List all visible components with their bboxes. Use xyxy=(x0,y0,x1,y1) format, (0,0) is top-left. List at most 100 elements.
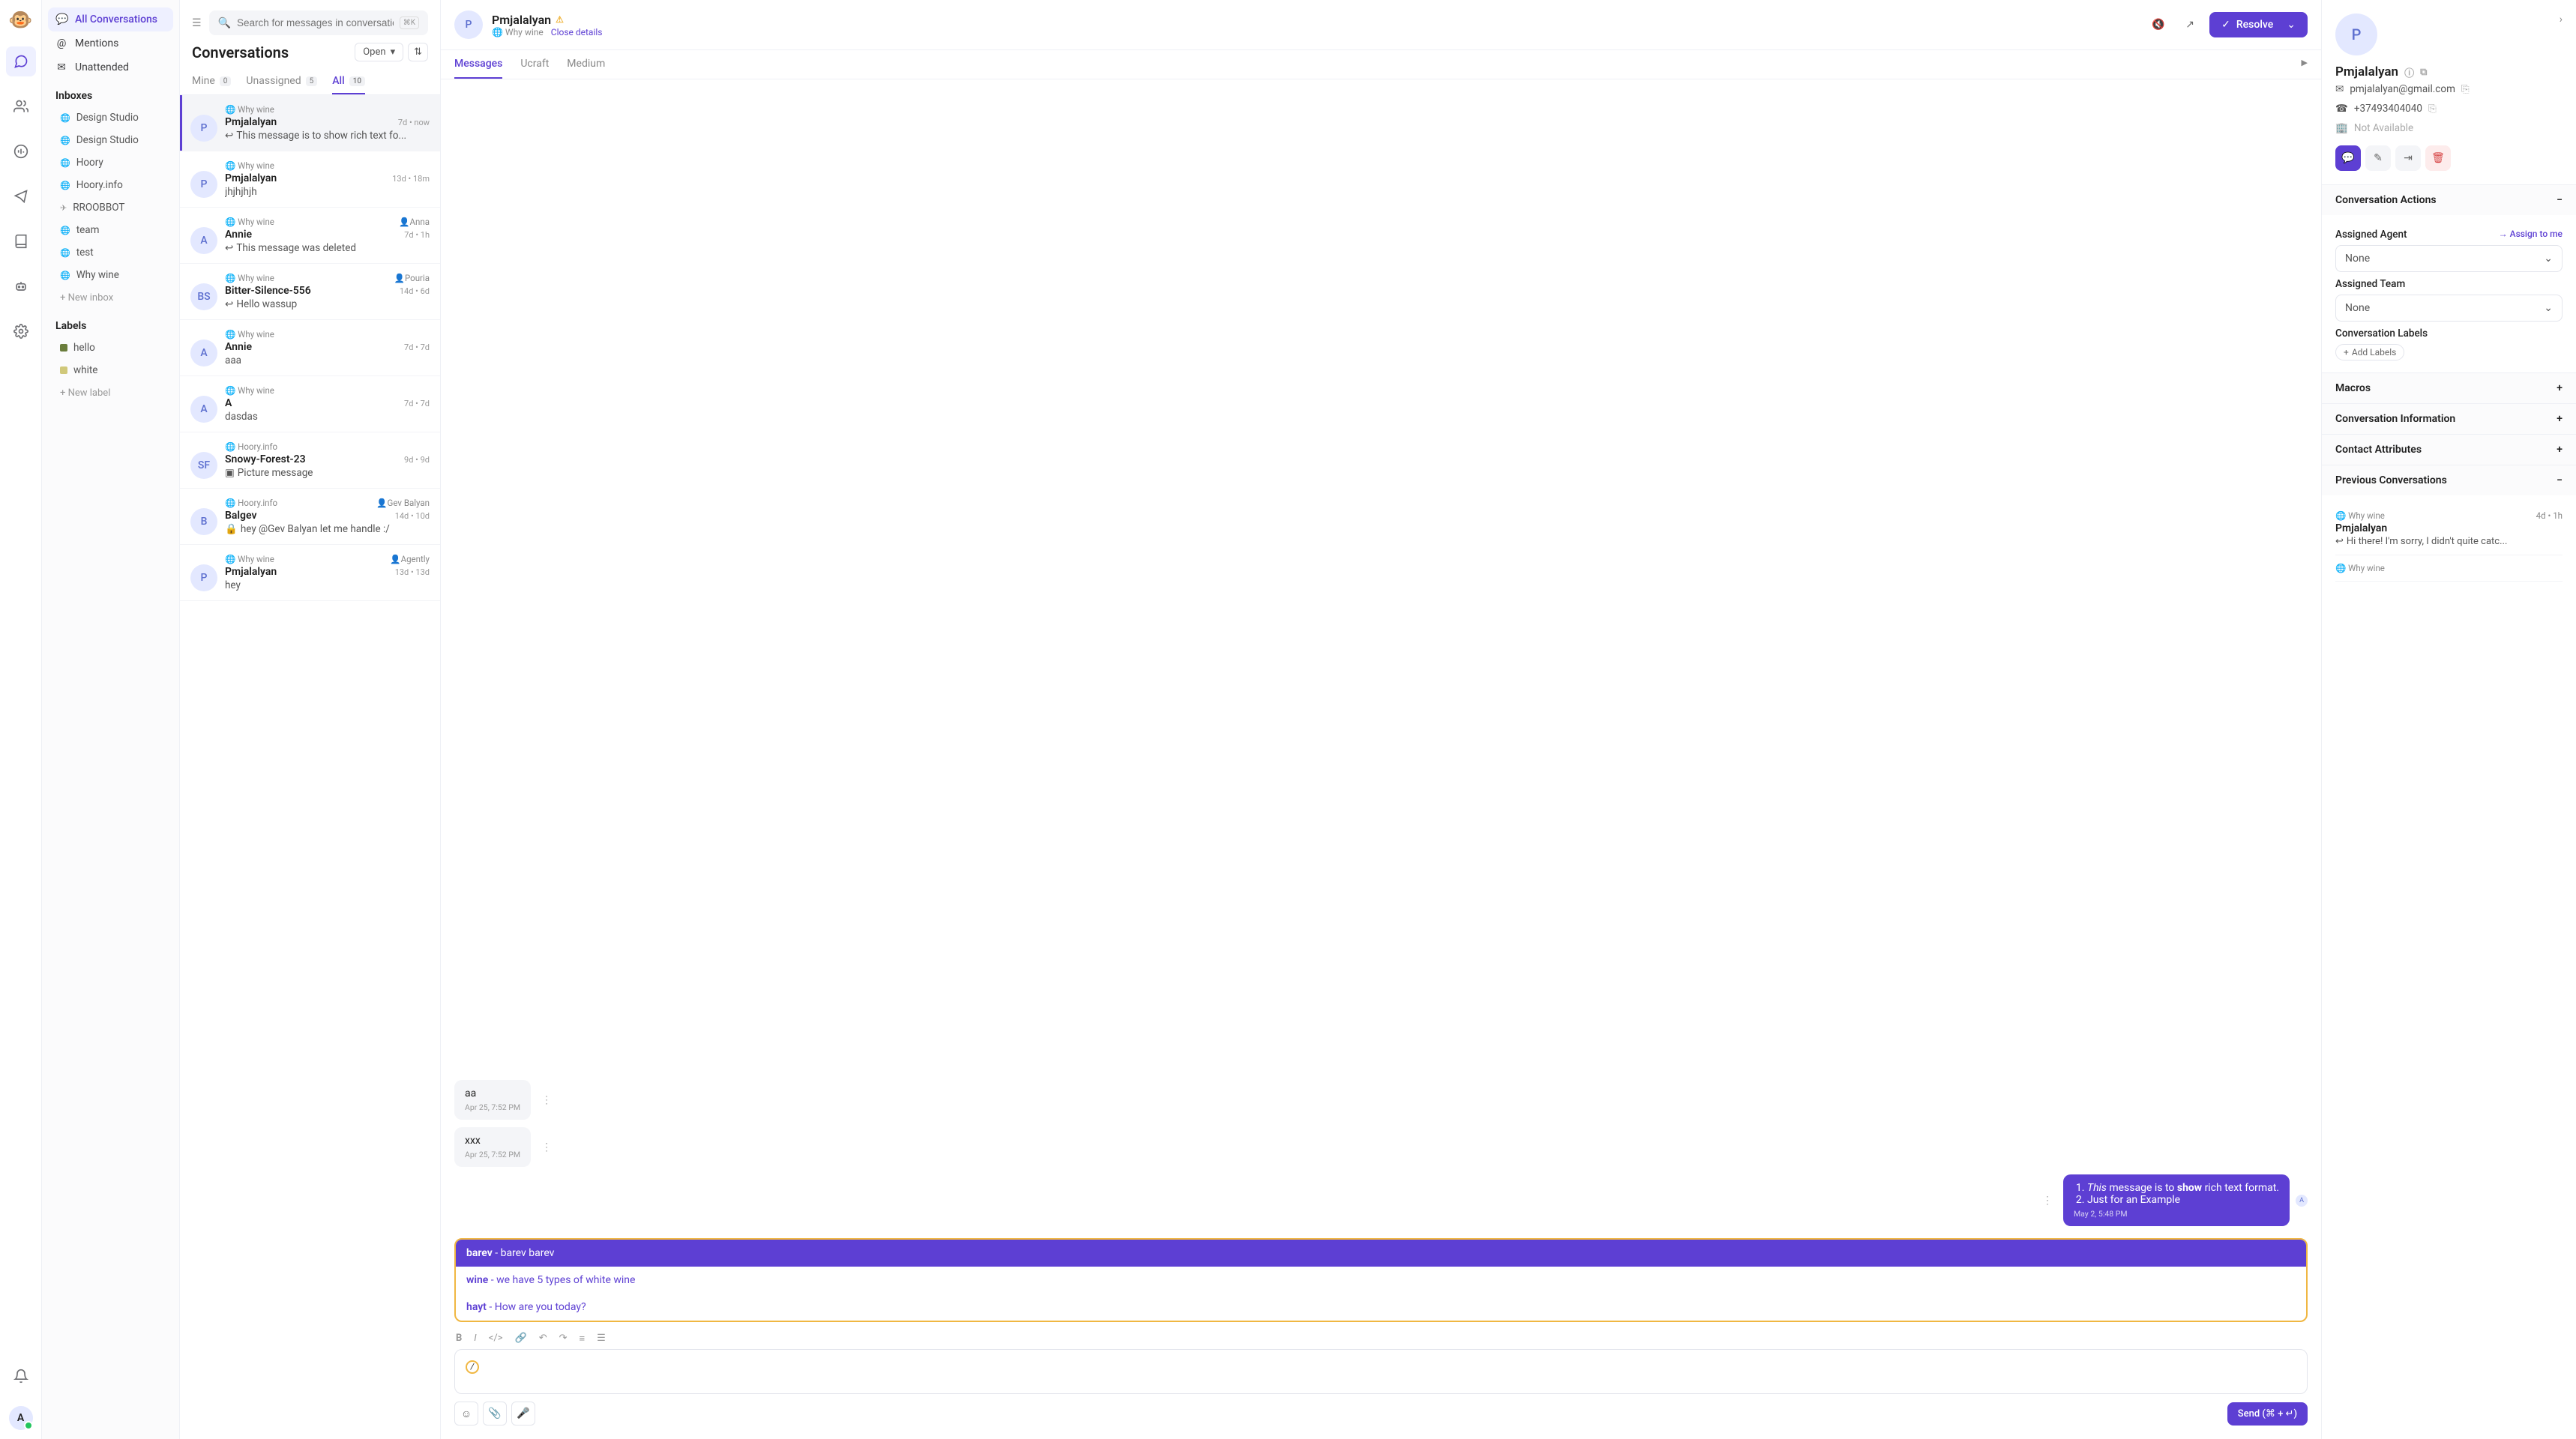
label-item[interactable]: hello xyxy=(48,337,173,359)
mute-icon[interactable]: 🔇 xyxy=(2146,13,2170,37)
rail-campaigns-icon[interactable] xyxy=(6,181,36,211)
code-icon[interactable]: </> xyxy=(489,1333,503,1345)
new-conversation-icon[interactable]: 💬 xyxy=(2335,145,2361,171)
assigned-team-select[interactable]: None⌄ xyxy=(2335,295,2563,322)
conversation-item[interactable]: B🌐 Hoory.info👤Gev BalyanBalgev14d • 10d🔒… xyxy=(180,489,440,545)
contact-attributes-header[interactable]: Contact Attributes+ xyxy=(2322,435,2576,465)
conversation-item[interactable]: A🌐 Why wineAnnie7d • 7daaa xyxy=(180,320,440,376)
audio-button[interactable]: 🎤 xyxy=(511,1402,535,1426)
resolve-button[interactable]: ✓ Resolve ⌄ xyxy=(2209,12,2308,37)
conversation-item[interactable]: A🌐 Why wine👤AnnaAnnie7d • 1h↩This messag… xyxy=(180,208,440,264)
conversation-item[interactable]: P🌐 Why winePmjalalyan13d • 18mjhjhjhjh xyxy=(180,151,440,208)
new-label-button[interactable]: + New label xyxy=(48,381,173,405)
canned-option[interactable]: barev - barev barev xyxy=(456,1240,2306,1267)
at-icon: @ xyxy=(55,37,67,49)
previous-conversation-item[interactable]: 🌐 Why wine xyxy=(2335,555,2563,582)
inbox-item[interactable]: 🌐Design Studio xyxy=(48,106,173,129)
emoji-button[interactable]: ☺ xyxy=(454,1402,478,1426)
rail-bot-icon[interactable] xyxy=(6,271,36,301)
inbox-item[interactable]: 🌐team xyxy=(48,219,173,241)
chat-tab-medium[interactable]: Medium xyxy=(567,50,605,79)
sidebar-toggle-icon[interactable]: ☰ xyxy=(192,17,202,29)
rail-notifications-icon[interactable] xyxy=(6,1361,36,1391)
edit-contact-icon[interactable]: ✎ xyxy=(2365,145,2391,171)
rail-contacts-icon[interactable] xyxy=(6,91,36,121)
detail-contact-name: Pmjalalyanⓘ⧉ xyxy=(2335,64,2563,79)
sort-filter-button[interactable]: ⇅ xyxy=(408,43,428,61)
chevron-down-icon: ⌄ xyxy=(2287,19,2296,31)
user-avatar[interactable]: A xyxy=(9,1406,33,1430)
rail-help-icon[interactable] xyxy=(6,226,36,256)
mail-icon: ✉ xyxy=(2335,83,2344,95)
add-labels-button[interactable]: + Add Labels xyxy=(2335,344,2404,360)
conversation-item[interactable]: P🌐 Why winePmjalalyan7d • now↩This messa… xyxy=(180,95,440,151)
assign-to-me-link[interactable]: → Assign to me xyxy=(2499,229,2563,241)
copy-icon[interactable]: ⎘ xyxy=(2461,83,2470,95)
tab-unassigned[interactable]: Unassigned5 xyxy=(246,69,317,94)
inbox-item[interactable]: ✈RROOBBOT xyxy=(48,196,173,219)
lock-icon: 🔒 xyxy=(225,523,238,535)
merge-contact-icon[interactable]: ⇥ xyxy=(2395,145,2421,171)
tab-mine[interactable]: Mine0 xyxy=(192,69,231,94)
conversation-info-header[interactable]: Conversation Information+ xyxy=(2322,404,2576,434)
link-icon[interactable]: 🔗 xyxy=(515,1333,527,1345)
tab-all[interactable]: All10 xyxy=(332,69,365,94)
message-input[interactable]: / xyxy=(454,1349,2308,1394)
label-item[interactable]: white xyxy=(48,359,173,381)
inbox-item[interactable]: 🌐Hoory.info xyxy=(48,174,173,196)
rail-conversations-icon[interactable] xyxy=(6,46,36,76)
bullet-list-icon[interactable]: ≡ xyxy=(580,1333,586,1345)
macros-header[interactable]: Macros+ xyxy=(2322,373,2576,403)
expand-contact-icon[interactable]: › xyxy=(2560,13,2563,64)
undo-icon[interactable]: ↶ xyxy=(539,1333,547,1345)
delete-contact-icon[interactable]: 🗑 xyxy=(2425,145,2451,171)
share-icon[interactable]: ↗ xyxy=(2178,13,2202,37)
message-menu-icon[interactable]: ⋮ xyxy=(537,1141,556,1153)
bold-icon[interactable]: B xyxy=(456,1333,462,1345)
previous-conversations-header[interactable]: Previous Conversations− xyxy=(2322,465,2576,495)
assigned-agent-select[interactable]: None⌄ xyxy=(2335,245,2563,272)
close-details-link[interactable]: Close details xyxy=(551,27,603,37)
info-icon[interactable]: ⓘ xyxy=(2404,65,2414,79)
inbox-item[interactable]: 🌐Why wine xyxy=(48,264,173,286)
inbox-item[interactable]: 🌐test xyxy=(48,241,173,264)
conversation-item[interactable]: SF🌐 Hoory.infoSnowy-Forest-239d • 9d▣Pic… xyxy=(180,432,440,489)
globe-icon: 🌐 xyxy=(60,136,70,145)
message-menu-icon[interactable]: ⋮ xyxy=(2038,1195,2057,1207)
attach-button[interactable]: 📎 xyxy=(483,1402,507,1426)
canned-responses-popup: barev - barev barevwine - we have 5 type… xyxy=(454,1238,2308,1322)
expand-tabs-icon[interactable]: ▶ xyxy=(2302,50,2308,79)
message-menu-icon[interactable]: ⋮ xyxy=(537,1094,556,1106)
rail-reports-icon[interactable] xyxy=(6,136,36,166)
chat-tab-messages[interactable]: Messages xyxy=(454,50,502,79)
chevron-down-icon: ⌄ xyxy=(2544,253,2553,265)
ordered-list-icon[interactable]: ☰ xyxy=(597,1333,606,1345)
sidebar-all-conversations[interactable]: 💬All Conversations xyxy=(48,7,173,31)
inbox-item[interactable]: 🌐Hoory xyxy=(48,151,173,174)
send-button[interactable]: Send (⌘ + ↵) xyxy=(2227,1402,2308,1426)
search-box[interactable]: 🔍 ⌘K xyxy=(209,10,428,35)
new-inbox-button[interactable]: + New inbox xyxy=(48,286,173,310)
outgoing-message: This message is to show rich text format… xyxy=(2063,1174,2290,1226)
status-filter-dropdown[interactable]: Open▾ xyxy=(355,43,403,61)
open-icon[interactable]: ⧉ xyxy=(2420,67,2427,78)
conversation-actions-header[interactable]: Conversation Actions− xyxy=(2322,185,2576,215)
contact-details-panel: P › Pmjalalyanⓘ⧉ ✉pmjalalyan@gmail.com⎘ … xyxy=(2321,0,2576,1439)
sidebar-mentions[interactable]: @Mentions xyxy=(48,31,173,55)
canned-option[interactable]: hayt - How are you today? xyxy=(456,1294,2306,1321)
italic-icon[interactable]: I xyxy=(474,1333,476,1345)
detail-avatar: P xyxy=(2335,13,2377,55)
rail-settings-icon[interactable] xyxy=(6,316,36,346)
conversation-item[interactable]: BS🌐 Why wine👤PouriaBitter-Silence-55614d… xyxy=(180,264,440,320)
canned-option[interactable]: wine - we have 5 types of white wine xyxy=(456,1267,2306,1294)
sidebar-unattended[interactable]: ✉Unattended xyxy=(48,55,173,79)
search-input[interactable] xyxy=(237,17,394,28)
conversation-item[interactable]: P🌐 Why wine👤AgentlyPmjalalyan13d • 13dhe… xyxy=(180,545,440,601)
inbox-item[interactable]: 🌐Design Studio xyxy=(48,129,173,151)
previous-conversation-item[interactable]: 🌐 Why wine4d • 1hPmjalalyan↩Hi there! I'… xyxy=(2335,503,2563,555)
chat-tab-ucraft[interactable]: Ucraft xyxy=(520,50,549,79)
redo-icon[interactable]: ↷ xyxy=(559,1333,568,1345)
expand-icon: + xyxy=(2557,382,2563,394)
copy-icon[interactable]: ⎘ xyxy=(2428,103,2437,115)
conversation-item[interactable]: A🌐 Why wineA7d • 7ddasdas xyxy=(180,376,440,432)
